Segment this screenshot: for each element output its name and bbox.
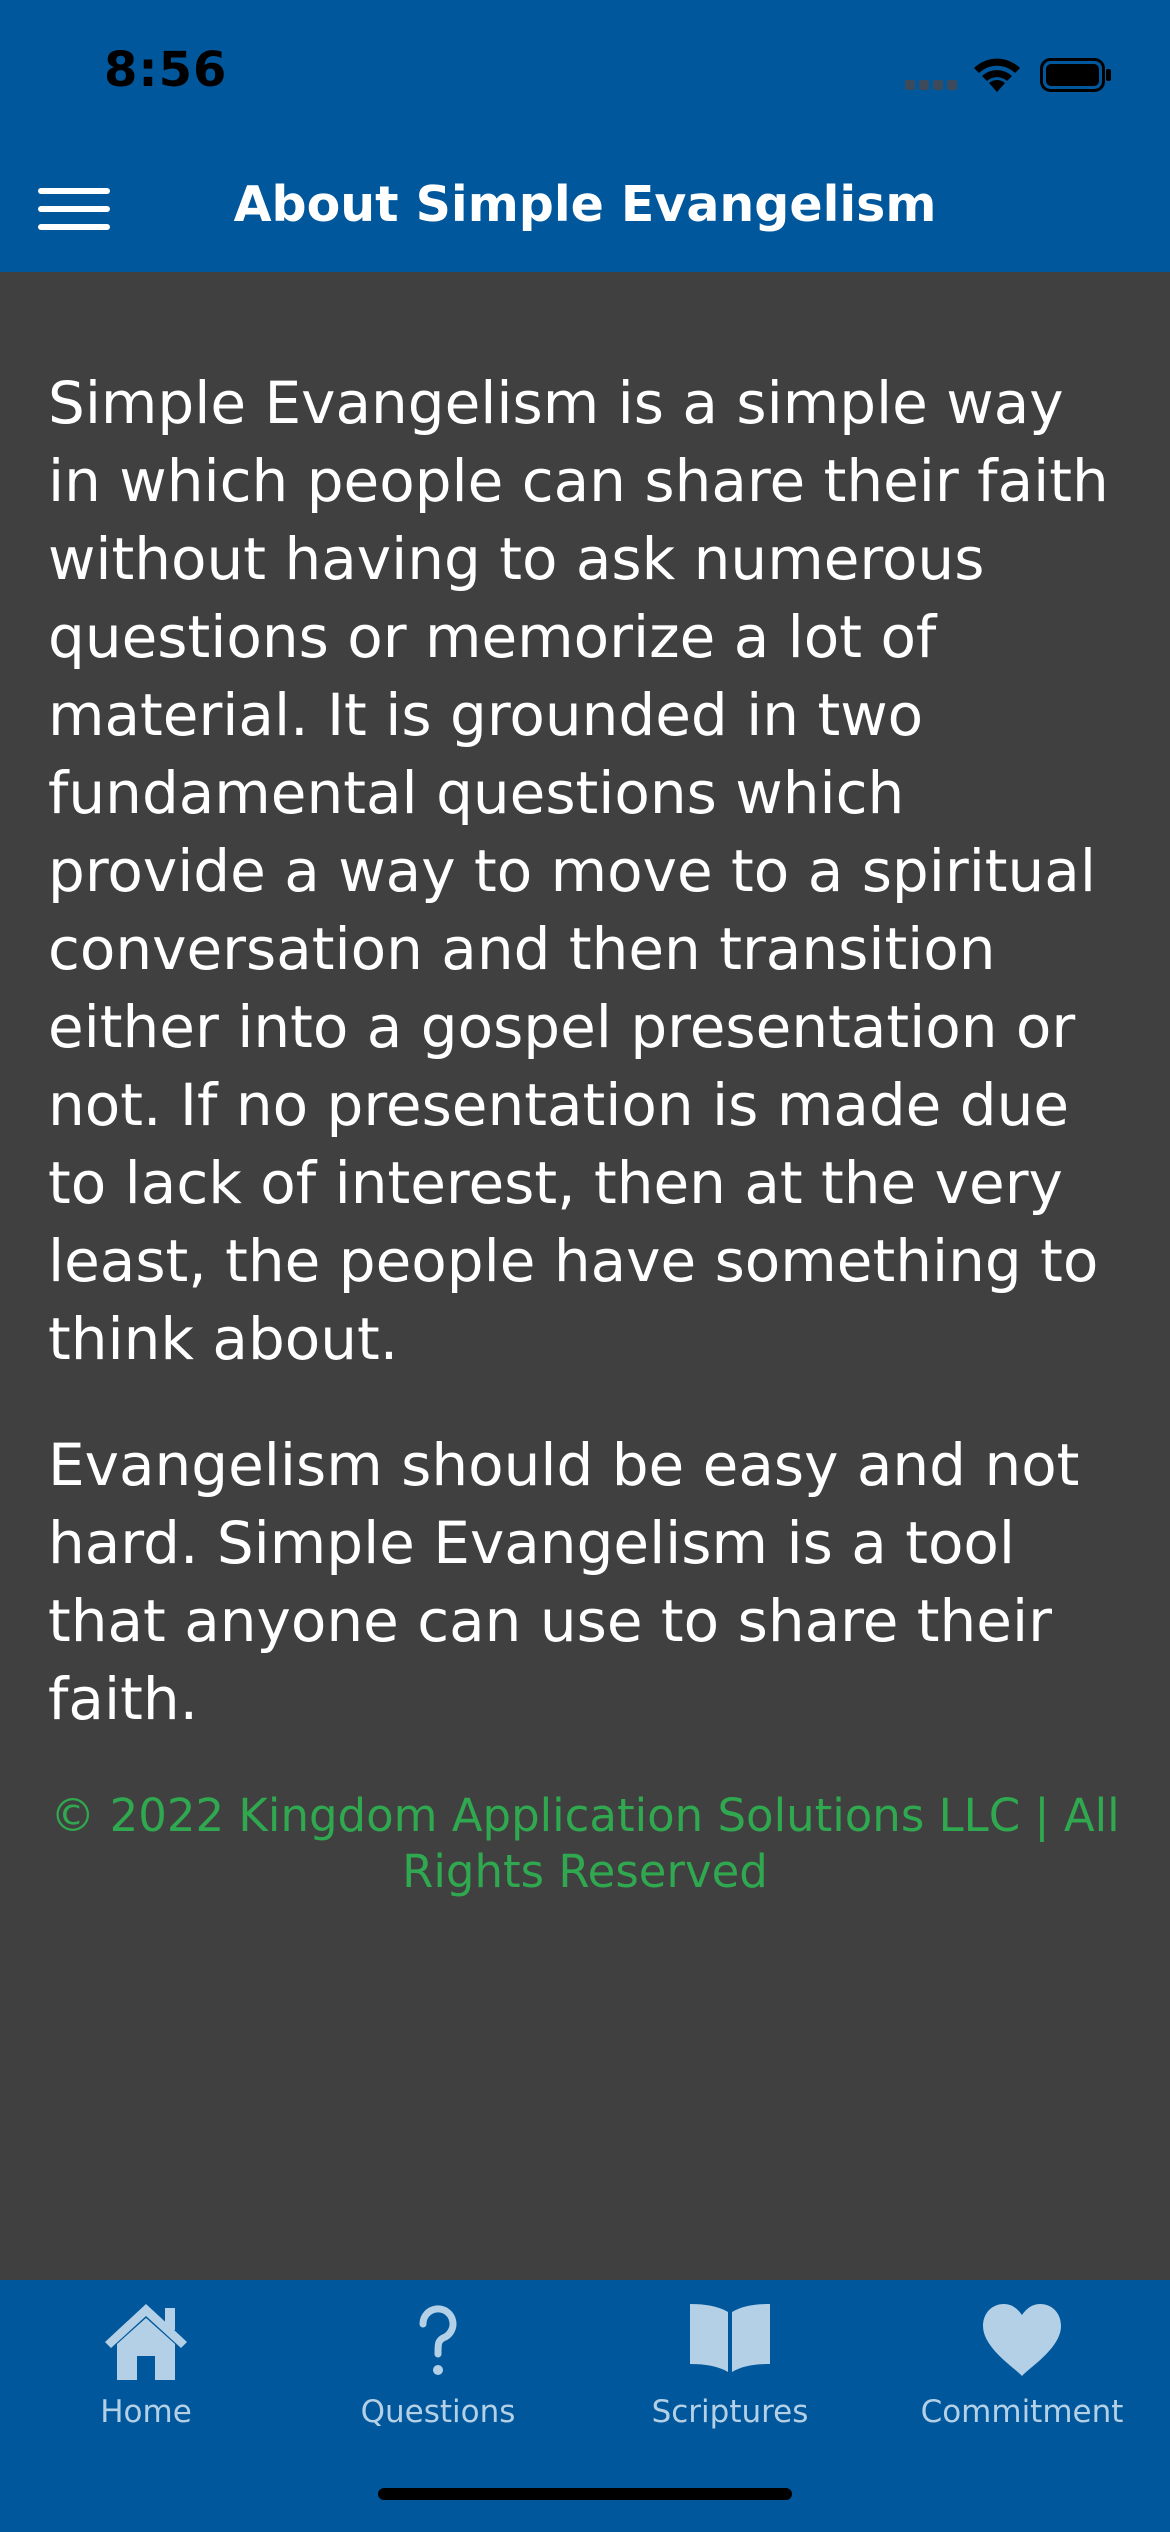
heart-icon bbox=[983, 2304, 1061, 2376]
cellular-signal-icon bbox=[905, 80, 957, 90]
about-paragraph-2: Evangelism should be easy and not hard. … bbox=[48, 1431, 1080, 1733]
home-icon bbox=[105, 2304, 187, 2380]
tab-scriptures-label: Scriptures bbox=[651, 2394, 809, 2430]
tab-commitment-label: Commitment bbox=[920, 2394, 1124, 2430]
wifi-icon bbox=[974, 58, 1020, 92]
tab-questions-label: Questions bbox=[360, 2394, 516, 2430]
question-mark-icon bbox=[419, 2305, 457, 2375]
copyright-notice: © 2022 Kingdom Application Solutions LLC… bbox=[50, 1789, 1120, 1898]
about-content: Simple Evangelism is a simple way in whi… bbox=[48, 364, 1134, 1738]
tab-commitment[interactable]: Commitment bbox=[876, 2300, 1168, 2460]
tab-home[interactable]: Home bbox=[0, 2300, 292, 2460]
battery-icon bbox=[1040, 58, 1111, 92]
tab-questions[interactable]: Questions bbox=[292, 2300, 584, 2460]
open-book-icon bbox=[690, 2304, 770, 2372]
page-title: About Simple Evangelism bbox=[233, 176, 937, 233]
status-time: 8:56 bbox=[104, 42, 228, 98]
about-paragraph-1: Simple Evangelism is a simple way in whi… bbox=[48, 369, 1109, 1373]
hamburger-menu-icon[interactable] bbox=[38, 186, 110, 232]
tab-home-label: Home bbox=[100, 2394, 192, 2430]
home-indicator[interactable] bbox=[378, 2488, 792, 2500]
tab-scriptures[interactable]: Scriptures bbox=[584, 2300, 876, 2460]
top-bar: 8:56 About Simple Evangelism bbox=[0, 0, 1170, 272]
